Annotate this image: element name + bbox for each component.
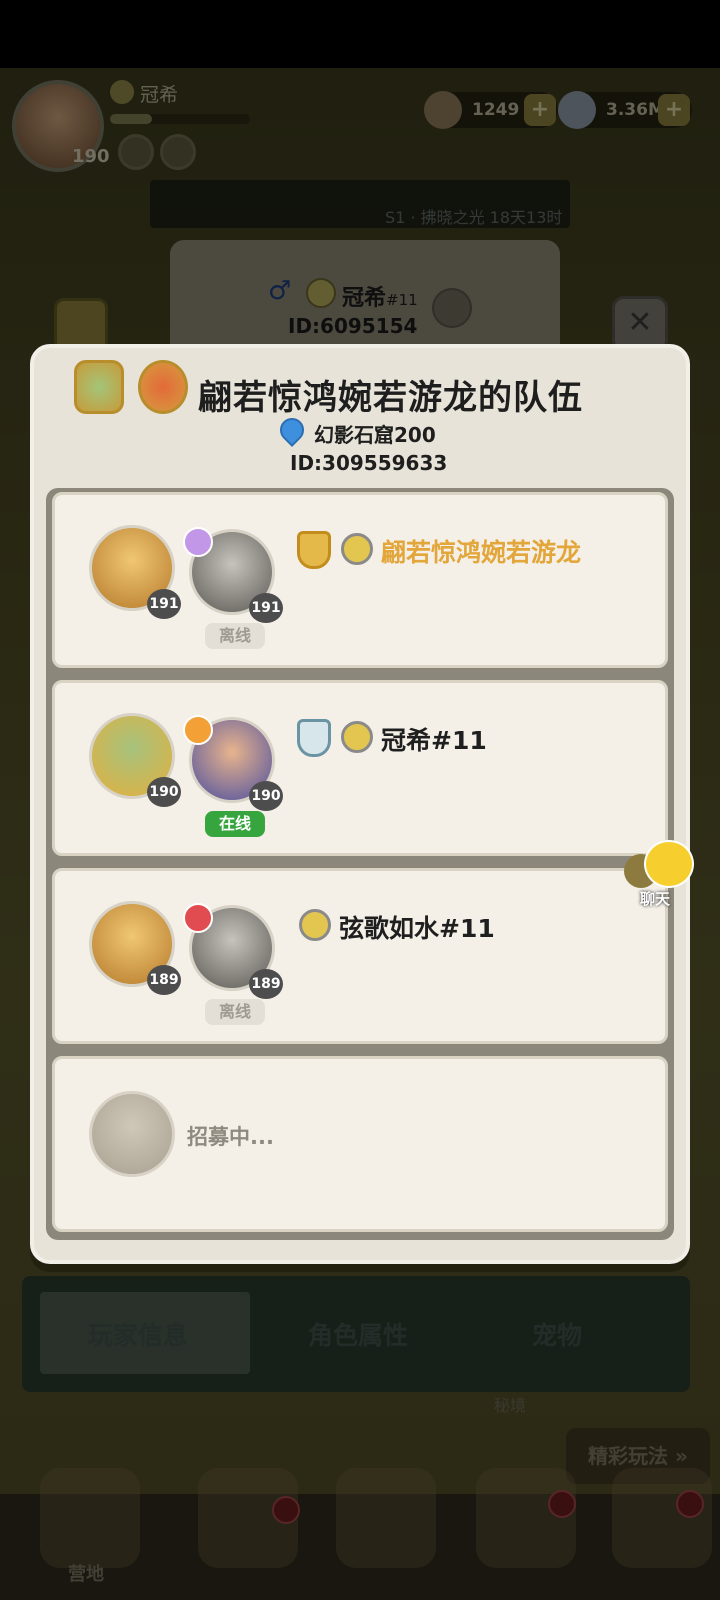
member-name-icon — [299, 909, 331, 941]
member-slot[interactable]: 191 191 离线 翩若惊鸿婉若游龙 — [52, 492, 668, 668]
class-icon — [183, 715, 213, 745]
status-badge: 在线 — [205, 811, 265, 837]
class-icon — [183, 903, 213, 933]
class-icon — [183, 527, 213, 557]
recruiting-text: 招募中... — [187, 1125, 274, 1149]
team-title: 翩若惊鸿婉若游龙的队伍 — [198, 378, 583, 418]
hero-level: 189 — [249, 969, 283, 999]
member-name: 弦歌如水#11 — [339, 914, 495, 943]
hero-level: 191 — [249, 593, 283, 623]
team-id: ID:309559633 — [290, 451, 448, 475]
member-slot[interactable]: 190 190 在线 冠希#11 — [52, 680, 668, 856]
rank-shield-icon — [297, 719, 331, 757]
status-badge: 离线 — [205, 623, 265, 649]
empty-avatar-icon — [89, 1091, 175, 1177]
recruiting-slot[interactable]: 招募中... — [52, 1056, 668, 1232]
team-emblem-icon — [74, 360, 124, 414]
leader-shield-icon — [297, 531, 331, 569]
hero-level: 190 — [249, 781, 283, 811]
status-bar — [0, 0, 720, 68]
chat-button[interactable]: 聊天 — [624, 840, 704, 910]
member-name-icon — [341, 533, 373, 565]
member-name: 翩若惊鸿婉若游龙 — [381, 538, 582, 567]
pet-level: 191 — [147, 589, 181, 619]
pet-level: 189 — [147, 965, 181, 995]
team-type-icon — [138, 360, 188, 414]
chat-bubble-icon — [644, 840, 694, 888]
member-name: 冠希#11 — [381, 726, 487, 755]
pet-level: 190 — [147, 777, 181, 807]
member-slot[interactable]: 189 189 离线 弦歌如水#11 — [52, 868, 668, 1044]
status-badge: 离线 — [205, 999, 265, 1025]
team-location: 幻影石窟200 — [314, 423, 436, 447]
chat-label: 聊天 — [640, 890, 671, 908]
member-name-icon — [341, 721, 373, 753]
